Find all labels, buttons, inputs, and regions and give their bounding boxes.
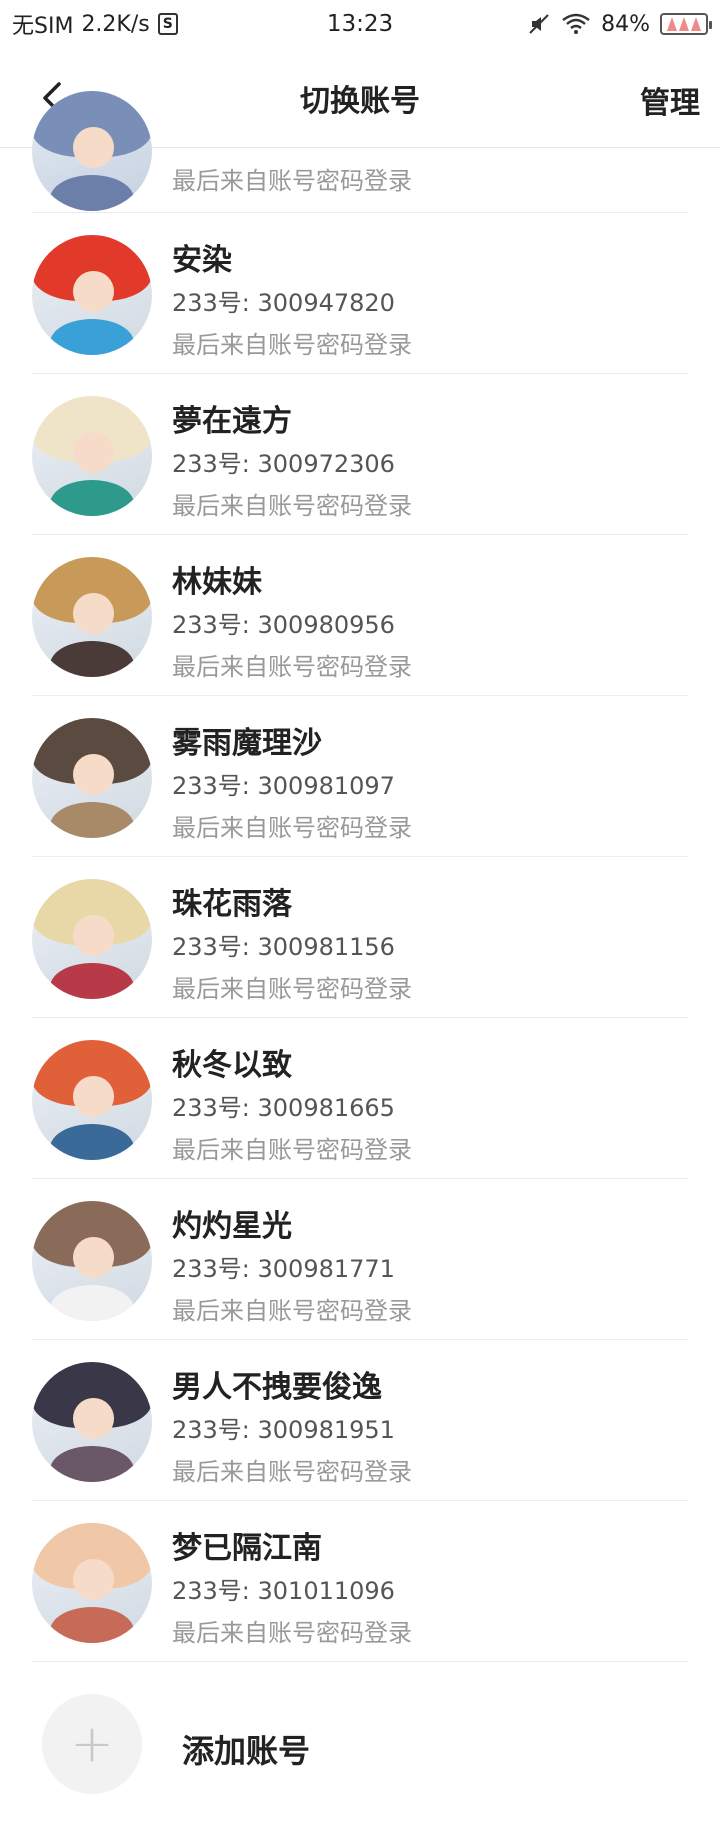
- account-name: 珠花雨落: [172, 887, 292, 922]
- account-row[interactable]: 梦已隔江南 233号: 301011096 最后来自账号密码登录: [32, 1501, 688, 1662]
- avatar-body: [50, 802, 134, 838]
- page-title: 切换账号: [300, 83, 420, 119]
- avatar: [32, 1201, 152, 1321]
- account-name: 林妹妹: [172, 565, 262, 600]
- account-row[interactable]: 最后来自账号密码登录: [32, 91, 688, 213]
- account-uid: 233号: 300981156: [172, 933, 395, 961]
- status-bar: 无SIM 2.2K/s S 13:23 84%: [0, 0, 720, 48]
- account-uid: 233号: 300981665: [172, 1094, 395, 1122]
- login-method: 最后来自账号密码登录: [172, 167, 412, 195]
- carrier-text: 无SIM: [12, 14, 74, 39]
- avatar: [32, 1362, 152, 1482]
- account-row[interactable]: 林妹妹 233号: 300980956 最后来自账号密码登录: [32, 535, 688, 696]
- avatar: [32, 1523, 152, 1643]
- login-method: 最后来自账号密码登录: [172, 1297, 412, 1325]
- account-uid: 233号: 300980956: [172, 611, 395, 639]
- avatar-body: [50, 641, 134, 677]
- avatar-body: [50, 175, 134, 211]
- account-name: 男人不拽要俊逸: [172, 1370, 382, 1405]
- account-name: 秋冬以致: [172, 1048, 292, 1083]
- avatar-body: [50, 1124, 134, 1160]
- login-method: 最后来自账号密码登录: [172, 653, 412, 681]
- login-method: 最后来自账号密码登录: [172, 814, 412, 842]
- account-name: 雾雨魔理沙: [172, 726, 322, 761]
- login-method: 最后来自账号密码登录: [172, 1136, 412, 1164]
- account-name: 安染: [172, 243, 232, 278]
- account-name: 夢在遠方: [172, 404, 292, 439]
- avatar-body: [50, 319, 134, 355]
- account-uid: 233号: 301011096: [172, 1577, 395, 1605]
- account-uid: 233号: 300981951: [172, 1416, 395, 1444]
- account-uid: 233号: 300981771: [172, 1255, 395, 1283]
- avatar-body: [50, 1607, 134, 1643]
- account-uid: 233号: 300981097: [172, 772, 395, 800]
- account-uid: 233号: 300972306: [172, 450, 395, 478]
- avatar: [32, 879, 152, 999]
- wifi-icon: [562, 13, 590, 34]
- status-left: 无SIM 2.2K/s S: [12, 8, 178, 40]
- add-account-label: 添加账号: [182, 1732, 311, 1770]
- account-row[interactable]: 雾雨魔理沙 233号: 300981097 最后来自账号密码登录: [32, 696, 688, 857]
- avatar-body: [50, 480, 134, 516]
- add-account-row[interactable]: + 添加账号: [32, 1670, 688, 1810]
- login-method: 最后来自账号密码登录: [172, 975, 412, 1003]
- account-name: 梦已隔江南: [172, 1531, 322, 1566]
- add-icon: +: [42, 1694, 142, 1794]
- account-rows: 安染 233号: 300947820 最后来自账号密码登录 夢在遠方 233号:…: [0, 213, 720, 1662]
- avatar-body: [50, 1285, 134, 1321]
- avatar-body: [50, 963, 134, 999]
- login-method: 最后来自账号密码登录: [172, 331, 412, 359]
- avatar-body: [50, 1446, 134, 1482]
- manage-button[interactable]: 管理: [640, 78, 700, 122]
- mute-icon: [529, 14, 549, 34]
- account-row[interactable]: 安染 233号: 300947820 最后来自账号密码登录: [32, 213, 688, 374]
- avatar: [32, 235, 152, 355]
- status-right: 84%: [527, 11, 712, 37]
- avatar: [32, 718, 152, 838]
- login-method: 最后来自账号密码登录: [172, 1619, 412, 1647]
- account-row[interactable]: 秋冬以致 233号: 300981665 最后来自账号密码登录: [32, 1018, 688, 1179]
- sim-badge-icon: S: [157, 13, 178, 35]
- account-list: 最后来自账号密码登录 安染 233号: 300947820 最后来自账号密码登录…: [0, 91, 720, 1662]
- avatar: [32, 1040, 152, 1160]
- account-row[interactable]: 灼灼星光 233号: 300981771 最后来自账号密码登录: [32, 1179, 688, 1340]
- account-uid: 233号: 300947820: [172, 289, 395, 317]
- avatar: [32, 91, 152, 211]
- account-row[interactable]: 夢在遠方 233号: 300972306 最后来自账号密码登录: [32, 374, 688, 535]
- battery-percent: 84%: [601, 11, 650, 37]
- avatar: [32, 396, 152, 516]
- network-speed: 2.2K/s: [81, 11, 150, 37]
- account-row[interactable]: 男人不拽要俊逸 233号: 300981951 最后来自账号密码登录: [32, 1340, 688, 1501]
- login-method: 最后来自账号密码登录: [172, 1458, 412, 1486]
- account-name: 灼灼星光: [172, 1209, 292, 1244]
- login-method: 最后来自账号密码登录: [172, 492, 412, 520]
- battery-icon: [660, 13, 712, 35]
- avatar: [32, 557, 152, 677]
- account-row[interactable]: 珠花雨落 233号: 300981156 最后来自账号密码登录: [32, 857, 688, 1018]
